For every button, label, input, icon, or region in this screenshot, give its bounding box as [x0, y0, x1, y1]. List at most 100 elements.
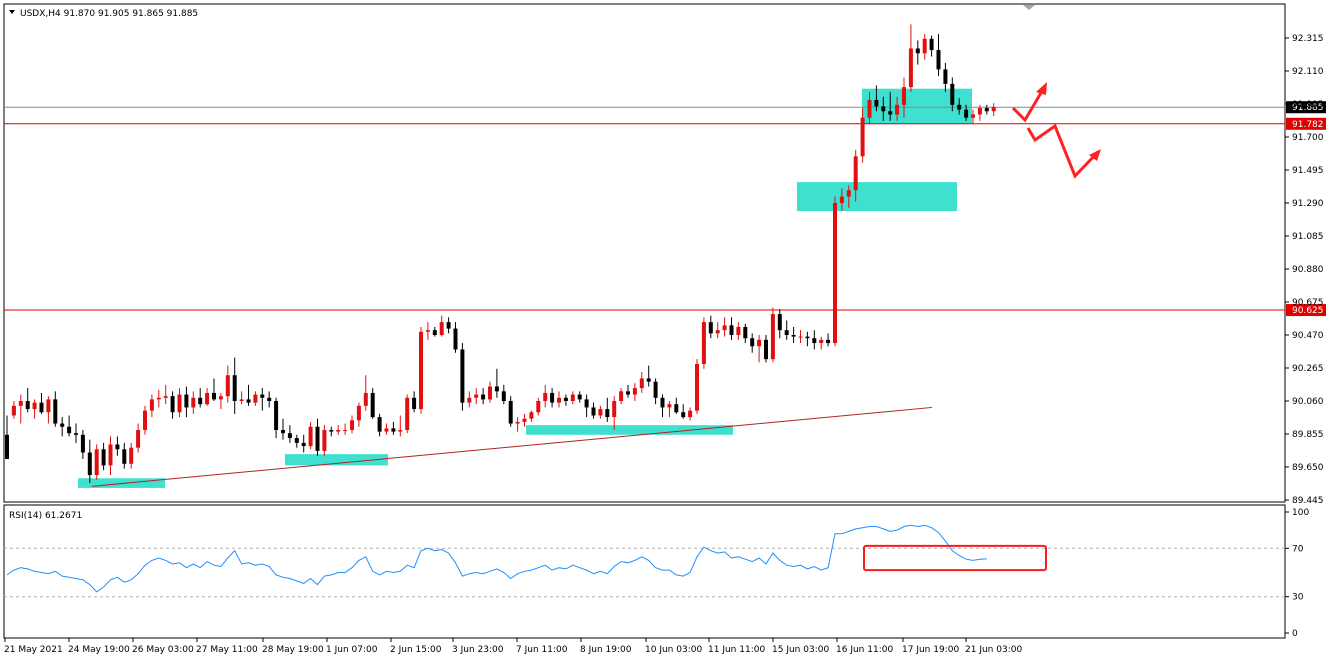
bull-candle: [149, 399, 154, 411]
bull-candle: [839, 196, 844, 203]
bull-candle: [902, 87, 906, 105]
bear-candle: [888, 111, 893, 115]
time-tick-label: 2 Jun 15:00: [390, 645, 442, 655]
bull-candle: [543, 392, 548, 401]
bull-candle: [536, 401, 541, 413]
bear-candle: [681, 412, 686, 418]
bear-candle: [60, 423, 65, 427]
bear-candle: [653, 381, 658, 398]
bull-candle: [405, 397, 410, 430]
bear-candle: [377, 417, 382, 432]
rsi-tick-label: 0: [1292, 629, 1298, 639]
bull-candle: [136, 429, 141, 448]
bear-candle: [329, 429, 334, 432]
bear-candle: [777, 314, 782, 331]
bear-candle: [391, 428, 396, 432]
price-tick-label: 91.495: [1292, 166, 1324, 176]
bear-candle: [750, 338, 755, 347]
bear-candle: [198, 397, 203, 405]
bear-candle: [122, 449, 127, 464]
bear-candle: [287, 433, 292, 439]
bull-candle: [757, 339, 762, 347]
bear-candle: [605, 409, 610, 418]
time-tick-label: 21 Jun 03:00: [965, 645, 1022, 655]
bull-candle: [191, 397, 196, 408]
bear-candle: [984, 108, 989, 112]
bear-candle: [101, 449, 106, 466]
bull-candle: [11, 405, 16, 416]
bear-candle: [432, 330, 437, 335]
price-tick-label: 91.085: [1292, 232, 1324, 242]
time-tick-label: 15 Jun 03:00: [772, 645, 829, 655]
price-tick-label: 90.470: [1292, 331, 1324, 341]
bear-candle: [812, 338, 817, 344]
bull-candle: [908, 48, 913, 88]
bull-candle: [32, 402, 37, 410]
bull-candle: [770, 314, 775, 360]
bear-candle: [67, 426, 72, 434]
bull-candle: [129, 447, 134, 464]
bear-candle: [915, 48, 920, 54]
bear-candle: [646, 378, 651, 382]
time-tick-label: 17 Jun 19:00: [902, 645, 959, 655]
bull-candle: [384, 428, 389, 432]
bull-candle: [363, 392, 368, 406]
bull-candle: [350, 420, 354, 430]
bull-candle: [667, 404, 672, 408]
bear-candle: [481, 394, 486, 400]
bear-candle: [943, 69, 948, 84]
bear-candle: [53, 399, 58, 424]
bull-candle: [156, 397, 161, 400]
bull-candle: [860, 117, 865, 157]
bull-candle: [819, 339, 824, 344]
bear-candle: [957, 104, 962, 110]
bear-candle: [184, 394, 189, 408]
bull-candle: [18, 401, 23, 406]
time-tick-label: 28 May 19:00: [262, 645, 324, 655]
bull-candle: [488, 386, 492, 400]
bear-candle: [826, 339, 831, 344]
bull-candle: [639, 378, 644, 389]
bull-candle: [515, 421, 520, 424]
bear-candle: [494, 386, 499, 392]
price-tick-label: 89.650: [1292, 463, 1324, 473]
bear-candle: [591, 407, 596, 416]
rsi-panel: [3, 504, 1286, 639]
time-tick-label: 8 Jun 19:00: [580, 645, 632, 655]
bull-candle: [632, 388, 637, 395]
time-tick-label: 24 May 19:00: [68, 645, 130, 655]
bull-candle: [474, 394, 479, 398]
bull-candle: [612, 401, 617, 418]
forex-chart[interactable]: 91.88591.78290.625 10070300 92.31592.110…: [0, 0, 1329, 662]
bull-candle: [177, 394, 182, 413]
bull-candle: [522, 418, 527, 422]
price-tick-label: 90.880: [1292, 265, 1324, 275]
bear-candle: [929, 38, 934, 51]
bull-candle: [971, 114, 975, 118]
bull-candle: [833, 203, 837, 344]
support-zone: [797, 182, 957, 212]
price-tick-label: 91.905: [1292, 100, 1324, 110]
bear-candle: [74, 433, 78, 435]
price-tick-label: 91.700: [1292, 133, 1324, 143]
bull-candle: [922, 38, 927, 54]
bull-candle: [853, 156, 858, 191]
bear-candle: [301, 442, 306, 447]
bear-candle: [550, 392, 555, 403]
bear-candle: [950, 83, 955, 105]
bull-candle: [218, 396, 223, 400]
bear-candle: [115, 444, 120, 450]
bear-candle: [232, 375, 237, 401]
bear-candle: [412, 397, 417, 410]
bull-candle: [895, 104, 900, 115]
bull-candle: [419, 331, 423, 410]
time-tick-label: 27 May 11:00: [196, 645, 258, 655]
bull-candle: [570, 394, 575, 401]
bull-candle: [557, 397, 561, 403]
bull-candle: [108, 444, 113, 466]
support-zone: [526, 425, 733, 435]
bear-candle: [25, 401, 30, 410]
bear-candle: [577, 394, 582, 400]
bull-candle: [46, 399, 51, 413]
bear-candle: [563, 397, 568, 401]
